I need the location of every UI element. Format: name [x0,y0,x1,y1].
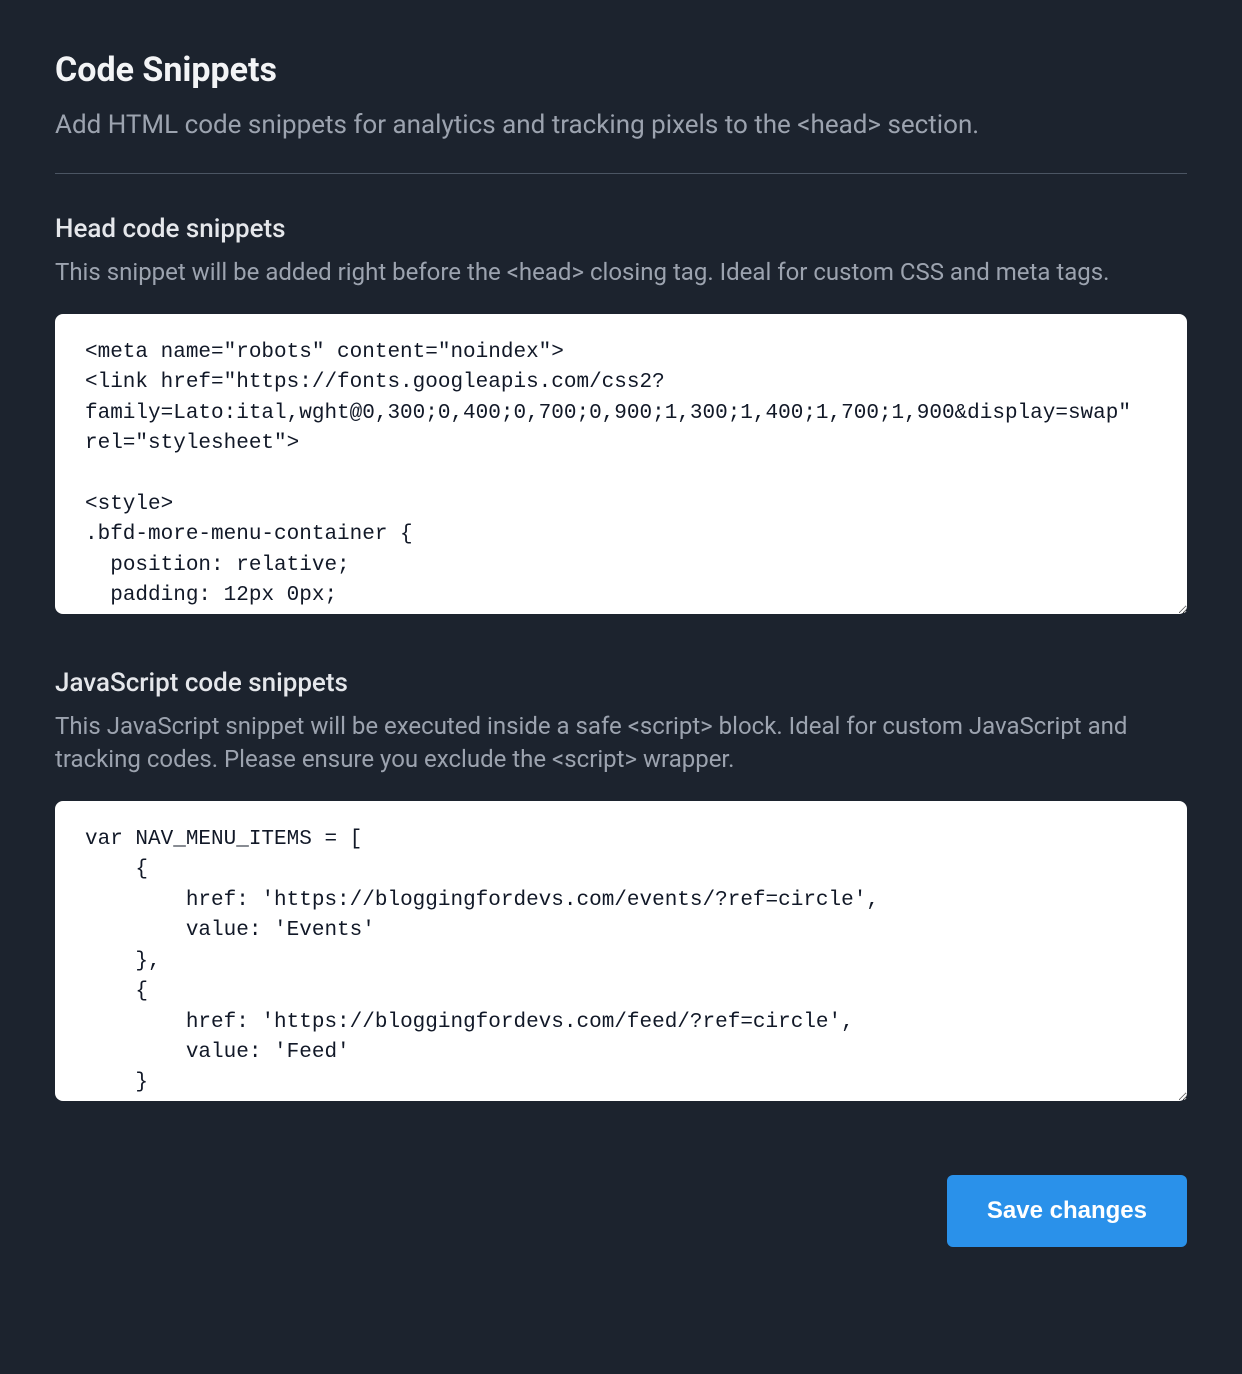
head-code-textarea[interactable] [55,314,1187,614]
page-title: Code Snippets [55,50,1187,90]
head-section-title: Head code snippets [55,214,1187,244]
js-section-title: JavaScript code snippets [55,668,1187,698]
divider [55,173,1187,174]
js-section-description: This JavaScript snippet will be executed… [55,710,1187,777]
head-section-description: This snippet will be added right before … [55,256,1187,290]
js-code-textarea[interactable] [55,801,1187,1101]
js-snippets-section: JavaScript code snippets This JavaScript… [55,668,1187,1105]
actions-row: Save changes [55,1175,1187,1247]
page-subtitle: Add HTML code snippets for analytics and… [55,108,1187,143]
head-snippets-section: Head code snippets This snippet will be … [55,214,1187,618]
save-changes-button[interactable]: Save changes [947,1175,1187,1247]
